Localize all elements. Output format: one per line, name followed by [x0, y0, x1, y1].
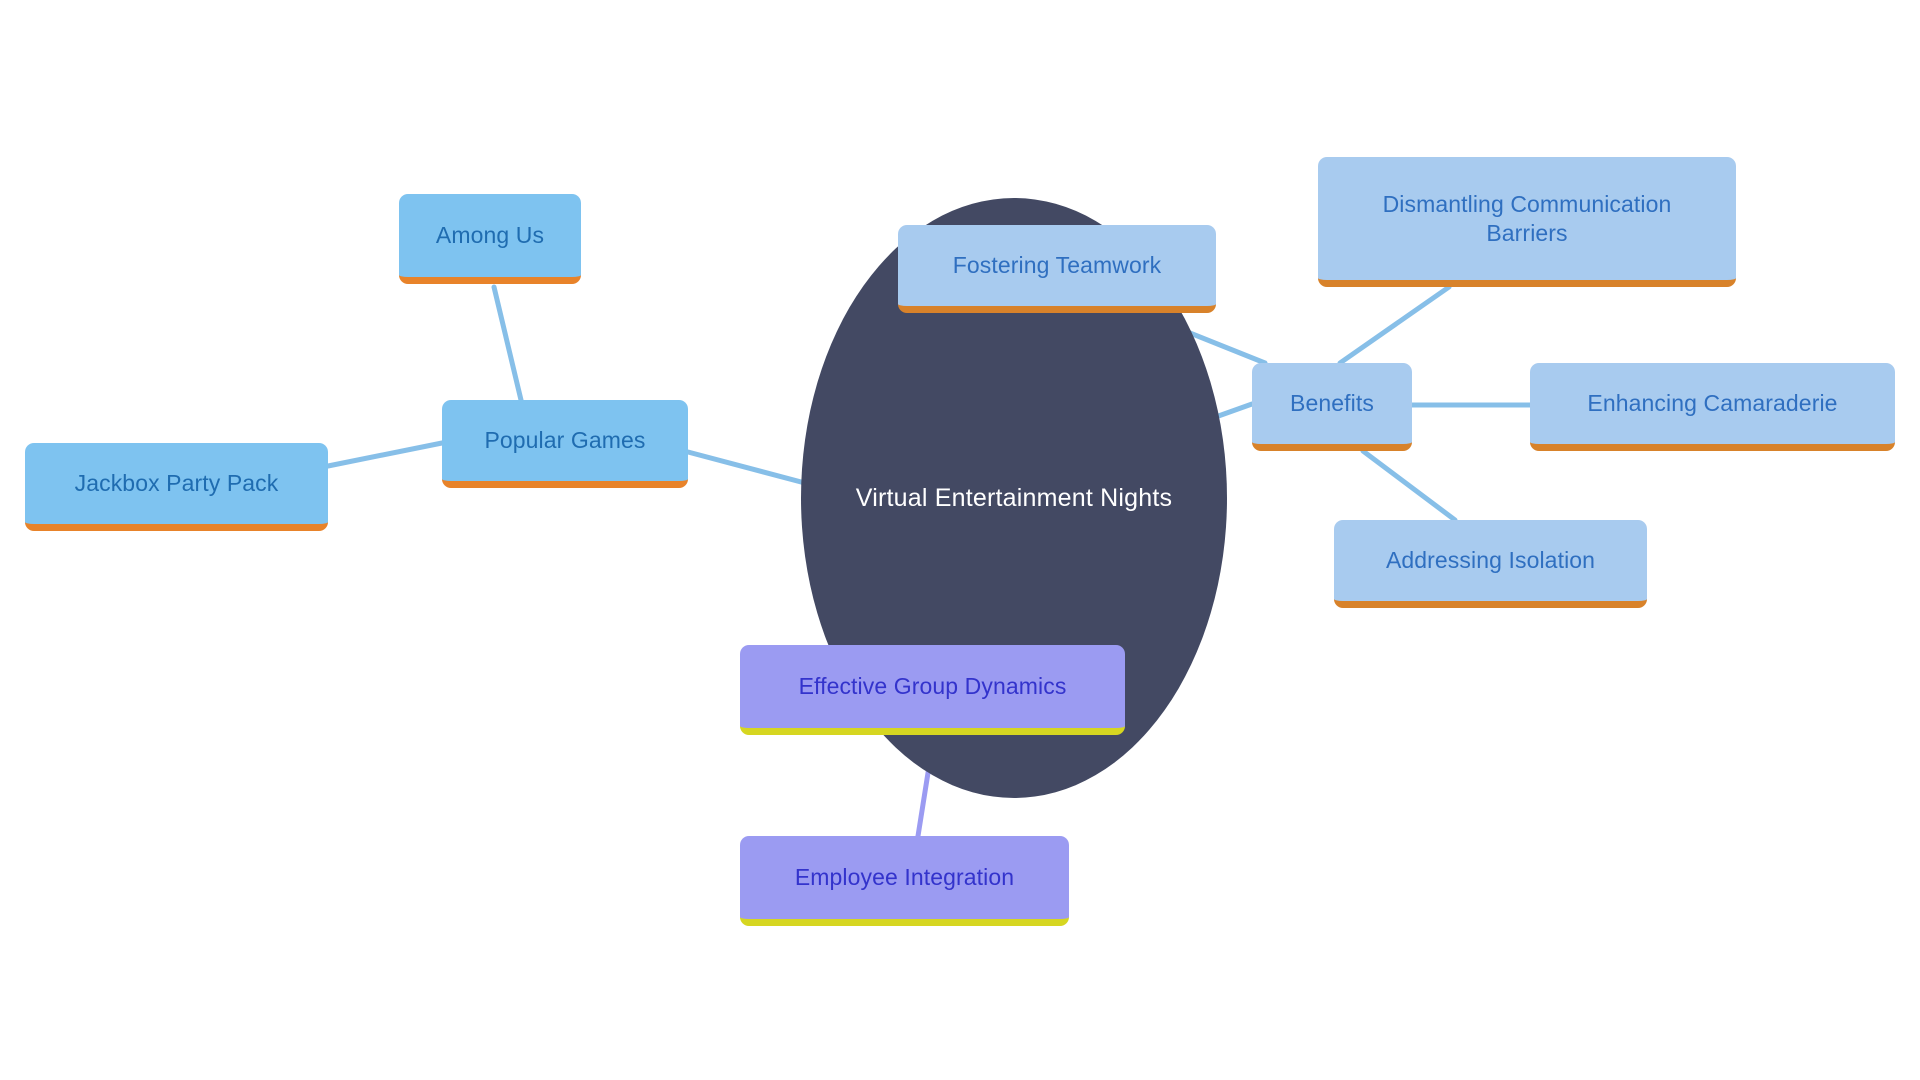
node-effective-group-dynamics[interactable]: Effective Group Dynamics — [740, 645, 1125, 735]
node-dismantling-communication-barriers[interactable]: Dismantling Communication Barriers — [1318, 157, 1736, 287]
mindmap-canvas: Virtual Entertainment Nights Popular Gam… — [0, 0, 1920, 1080]
node-label-employee-integration: Employee Integration — [794, 864, 1015, 891]
node-benefits[interactable]: Benefits — [1252, 363, 1412, 451]
node-addressing-isolation[interactable]: Addressing Isolation — [1334, 520, 1647, 608]
node-label-dismantling-communication-barriers: Dismantling Communication Barriers — [1382, 191, 1672, 246]
node-jackbox-party-pack[interactable]: Jackbox Party Pack — [25, 443, 328, 531]
edge-root-popular-games — [685, 449, 823, 490]
node-label-fostering-teamwork: Fostering Teamwork — [952, 252, 1162, 279]
edge-popular-games-jackbox — [325, 440, 445, 469]
node-employee-integration[interactable]: Employee Integration — [740, 836, 1069, 926]
node-label-enhancing-camaraderie: Enhancing Camaraderie — [1587, 390, 1838, 417]
node-label-benefits: Benefits — [1290, 390, 1374, 417]
edge-benefits-addressing — [1360, 448, 1458, 523]
root-node-label: Virtual Entertainment Nights — [855, 483, 1173, 512]
node-enhancing-camaraderie[interactable]: Enhancing Camaraderie — [1530, 363, 1895, 451]
node-label-among-us: Among Us — [435, 222, 545, 249]
node-popular-games[interactable]: Popular Games — [442, 400, 688, 488]
node-label-effective-group-dynamics: Effective Group Dynamics — [798, 673, 1067, 700]
node-among-us[interactable]: Among Us — [399, 194, 581, 284]
node-fostering-teamwork[interactable]: Fostering Teamwork — [898, 225, 1216, 313]
node-label-jackbox-party-pack: Jackbox Party Pack — [74, 470, 279, 497]
node-label-addressing-isolation: Addressing Isolation — [1385, 547, 1596, 574]
node-label-popular-games: Popular Games — [484, 427, 646, 454]
edge-benefits-dismantling — [1337, 284, 1452, 366]
edge-popular-games-among-us — [491, 284, 524, 403]
